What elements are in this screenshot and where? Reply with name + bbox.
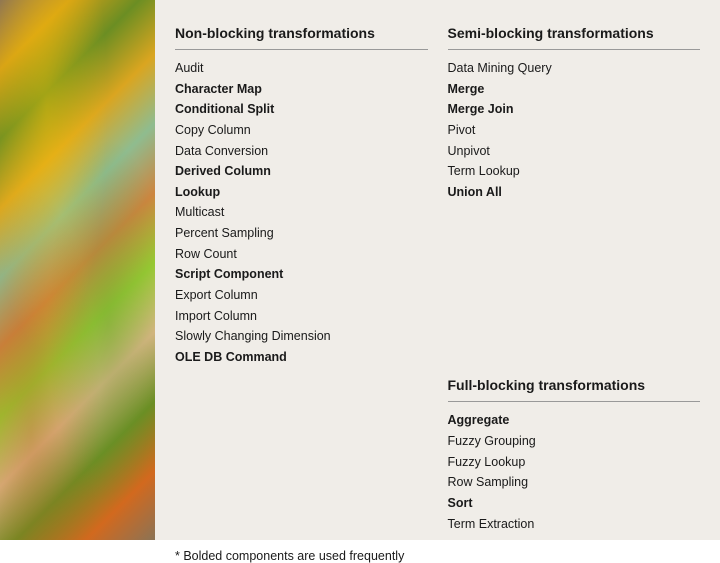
list-item: Aggregate xyxy=(448,410,701,431)
list-item: OLE DB Command xyxy=(175,347,428,368)
list-item: Derived Column xyxy=(175,161,428,182)
full-blocking-list: AggregateFuzzy GroupingFuzzy LookupRow S… xyxy=(448,410,701,534)
list-item: Pivot xyxy=(448,120,701,141)
list-item: Lookup xyxy=(175,182,428,203)
semi-blocking-list: Data Mining QueryMergeMerge JoinPivotUnp… xyxy=(448,58,701,367)
list-item: Fuzzy Grouping xyxy=(448,431,701,452)
list-item: Row Count xyxy=(175,244,428,265)
list-item: Data Conversion xyxy=(175,141,428,162)
list-item: Slowly Changing Dimension xyxy=(175,326,428,347)
list-item: Term Extraction xyxy=(448,514,701,535)
list-item: Merge Join xyxy=(448,99,701,120)
list-item: Script Component xyxy=(175,264,428,285)
list-item: Multicast xyxy=(175,202,428,223)
list-item: Export Column xyxy=(175,285,428,306)
list-item: Copy Column xyxy=(175,120,428,141)
semi-blocking-heading: Semi-blocking transformations xyxy=(448,25,701,50)
list-item: Data Mining Query xyxy=(448,58,701,79)
list-item: Fuzzy Lookup xyxy=(448,452,701,473)
footer-note: * Bolded components are used frequently xyxy=(175,549,700,563)
list-item: Row Sampling xyxy=(448,472,701,493)
decorative-sidebar xyxy=(0,0,155,540)
list-item: Sort xyxy=(448,493,701,514)
list-item: Percent Sampling xyxy=(175,223,428,244)
main-content: Non-blocking transformations Semi-blocki… xyxy=(155,0,720,540)
list-item: Conditional Split xyxy=(175,99,428,120)
non-blocking-list: AuditCharacter MapConditional SplitCopy … xyxy=(175,58,428,367)
list-item: Unpivot xyxy=(448,141,701,162)
list-item: Character Map xyxy=(175,79,428,100)
list-item: Merge xyxy=(448,79,701,100)
list-item: Union All xyxy=(448,182,701,203)
list-item: Audit xyxy=(175,58,428,79)
full-blocking-heading: Full-blocking transformations xyxy=(448,377,701,402)
list-item: Term Lookup xyxy=(448,161,701,182)
non-blocking-heading: Non-blocking transformations xyxy=(175,25,428,50)
list-item: Import Column xyxy=(175,306,428,327)
